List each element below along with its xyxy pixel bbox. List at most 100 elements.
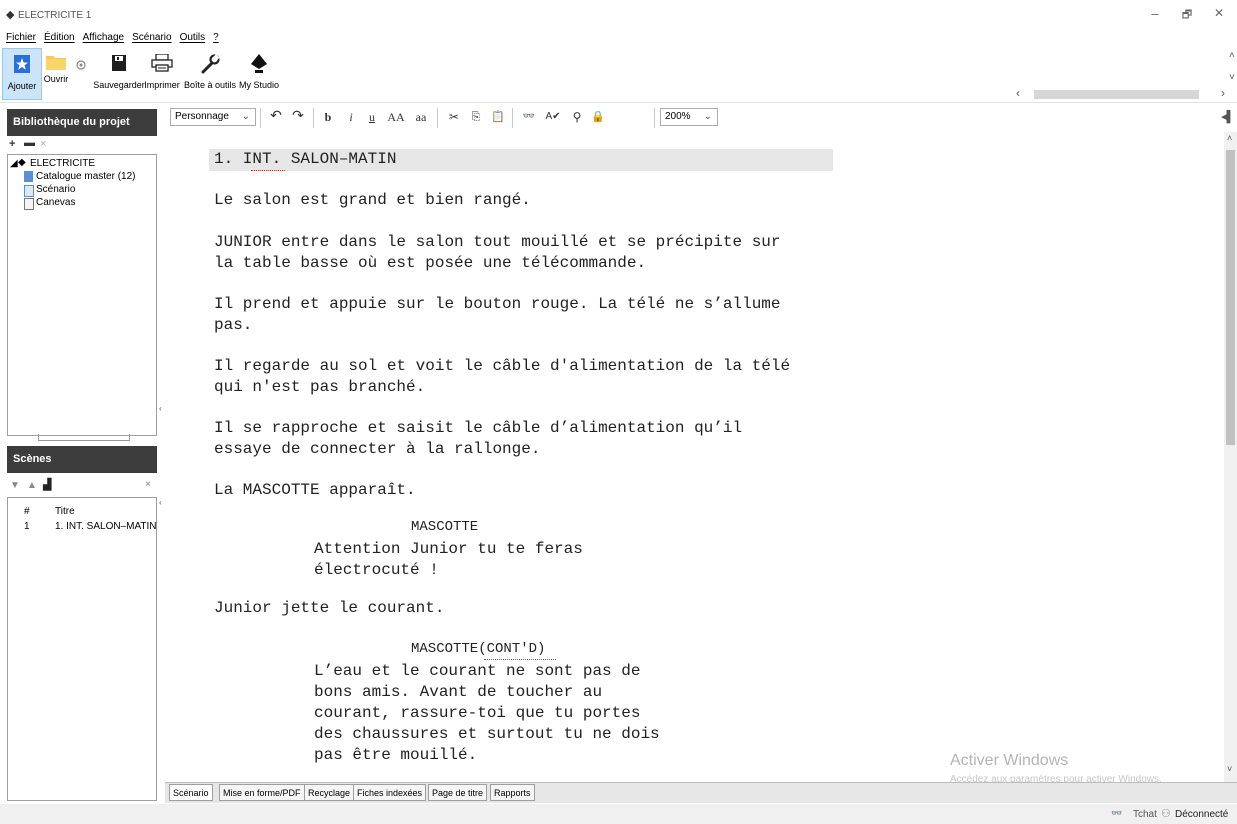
dialogue-line[interactable]: bons amis. Avant de toucher au <box>314 682 602 703</box>
remove-scene-icon[interactable]: × <box>145 479 151 490</box>
dialogue-line[interactable]: électrocuté ! <box>314 560 439 581</box>
menu-fichier[interactable]: Fichier <box>6 30 36 46</box>
tab-page-de-titre[interactable]: Page de titre <box>428 784 488 801</box>
tree-item-canevas[interactable]: Canevas <box>36 197 75 208</box>
scene-row-title[interactable]: 1. INT. SALON–MATIN <box>55 521 157 532</box>
print-button[interactable]: Imprimer <box>141 48 183 98</box>
add-button[interactable]: Ajouter <box>2 48 42 100</box>
action-line[interactable]: JUNIOR entre dans le salon tout mouillé … <box>214 232 781 253</box>
tab-rapports[interactable]: Rapports <box>490 784 535 801</box>
app-icon: ◆ <box>6 9 15 21</box>
open-button[interactable]: Ouvrir <box>41 48 71 98</box>
print-button-label: Imprimer <box>144 80 180 90</box>
bold-button[interactable]: b <box>320 108 336 126</box>
search-icon[interactable]: ⚲ <box>568 108 586 126</box>
tree-item-catalogue[interactable]: Catalogue master (12) <box>36 171 136 182</box>
save-icon <box>112 55 126 71</box>
library-tools: + ▬ × <box>7 137 157 154</box>
underline-button[interactable]: u <box>364 108 380 126</box>
scroll-down-icon[interactable]: ˅ <box>1227 764 1232 774</box>
tab-fiches-indexees[interactable]: Fiches indexées <box>353 784 427 801</box>
spellcheck-button[interactable]: A✔ <box>542 108 564 126</box>
scenes-col-number: # <box>24 506 30 517</box>
chat-status[interactable]: Tchat <box>1133 809 1157 820</box>
horizontal-scroll-thumb[interactable] <box>1034 90 1199 99</box>
copy-icon[interactable]: ⎘ <box>467 108 485 126</box>
library-resize-handle[interactable] <box>38 434 130 441</box>
action-line[interactable]: Il se rapproche et saisit le câble d’ali… <box>214 418 742 439</box>
scroll-left-icon[interactable]: ‹ <box>1016 86 1020 100</box>
redo-icon[interactable]: ↷ <box>289 108 307 126</box>
dialogue-line[interactable]: L’eau et le courant ne sont pas de <box>314 661 640 682</box>
scenes-tools: ▼ ▲ ▟ × <box>7 478 157 496</box>
menu-scenario[interactable]: Scénario <box>132 30 171 46</box>
pen-nib-icon <box>251 54 267 73</box>
find-icon[interactable]: 👓 <box>519 108 539 126</box>
minimize-button[interactable]: – <box>1140 6 1170 26</box>
action-line[interactable]: Le salon est grand et bien rangé. <box>214 190 531 211</box>
cut-icon[interactable]: ✂ <box>445 108 463 126</box>
editor-scroll-thumb[interactable] <box>1226 150 1235 445</box>
tab-recyclage[interactable]: Recyclage <box>304 784 355 801</box>
action-line[interactable]: essaye de connecter à la rallonge. <box>214 439 540 460</box>
chat-icon: 👓 <box>1111 808 1123 818</box>
duplicate-scene-icon[interactable]: ▟ <box>43 478 51 491</box>
tree-item-scenario[interactable]: Scénario <box>36 184 75 195</box>
italic-button[interactable]: i <box>343 108 359 126</box>
action-line[interactable]: Junior jette le courant. <box>214 598 444 619</box>
spelling-underline <box>251 170 285 171</box>
side-panel-toggle-icon[interactable]: ◂▌ <box>1221 110 1234 123</box>
paste-icon[interactable]: 📋 <box>489 108 507 126</box>
toolbar-horizontal-scrollbar[interactable]: ‹ › <box>1016 86 1225 100</box>
toolbar-scroll-up-icon[interactable]: ˄ <box>1229 50 1235 61</box>
scenes-panel-header: Scènes <box>7 446 157 473</box>
scroll-right-icon[interactable]: › <box>1221 86 1225 100</box>
collapse-panel-icon[interactable]: ‹ <box>159 404 162 413</box>
character-name[interactable]: MASCOTTE(CONT'D) <box>411 639 545 660</box>
undo-icon[interactable]: ↶ <box>267 108 285 126</box>
move-up-icon[interactable]: ▲ <box>27 480 37 491</box>
maximize-button[interactable]: 🗗 <box>1172 6 1202 26</box>
lowercase-button[interactable]: aa <box>411 108 431 126</box>
dialogue-line[interactable]: des chaussures et surtout tu ne dois <box>314 724 660 745</box>
script-editor[interactable]: 1. INT. SALON–MATIN Le salon est grand e… <box>165 132 1224 782</box>
tree-root-electricite[interactable]: ELECTRICITE <box>30 158 95 169</box>
menu-edition[interactable]: Édition <box>44 30 75 46</box>
action-line[interactable]: Il regarde au sol et voit le câble d'ali… <box>214 356 790 377</box>
menu-affichage[interactable]: Affichage <box>83 30 125 46</box>
move-down-icon[interactable]: ▼ <box>10 480 20 491</box>
action-line[interactable]: La MASCOTTE apparaît. <box>214 480 416 501</box>
uppercase-button[interactable]: AA <box>385 108 407 126</box>
action-line[interactable]: qui n'est pas branché. <box>214 377 425 398</box>
delete-item-icon[interactable]: × <box>40 138 46 150</box>
action-line[interactable]: la table basse où est posée une télécomm… <box>214 253 646 274</box>
menu-help[interactable]: ? <box>213 30 219 46</box>
character-name[interactable]: MASCOTTE <box>411 517 478 538</box>
zoom-select[interactable]: 200% ⌄ <box>660 108 718 126</box>
my-studio-button[interactable]: My Studio <box>234 48 284 98</box>
action-line[interactable]: Il prend et appuie sur le bouton rouge. … <box>214 294 781 315</box>
lock-icon[interactable]: 🔒 <box>589 108 607 126</box>
toolbox-button[interactable]: Boîte à outils <box>184 48 236 98</box>
menu-outils[interactable]: Outils <box>180 30 206 46</box>
toolbar-scroll-down-icon[interactable]: ˅ <box>1229 72 1235 83</box>
dialogue-line[interactable]: pas être mouillé. <box>314 745 477 766</box>
tab-scenario[interactable]: Scénario <box>169 784 213 801</box>
options-button[interactable] <box>71 48 91 98</box>
add-item-icon[interactable]: + <box>9 138 15 150</box>
new-folder-icon[interactable]: ▬ <box>24 137 35 149</box>
separator <box>260 108 261 128</box>
dialogue-line[interactable]: courant, rassure-toi que tu portes <box>314 703 640 724</box>
tab-mise-en-forme[interactable]: Mise en forme/PDF <box>219 784 305 801</box>
save-button[interactable]: Sauvegarder <box>91 48 147 98</box>
close-button[interactable]: ✕ <box>1204 6 1234 26</box>
collapse-panel-icon-lower[interactable]: ‹ <box>159 498 162 507</box>
tree-expand-icon[interactable]: ◢ <box>10 158 18 169</box>
separator <box>512 108 513 128</box>
scroll-up-icon[interactable]: ˄ <box>1227 133 1232 143</box>
scene-heading[interactable]: 1. INT. SALON–MATIN <box>214 149 396 170</box>
connection-status[interactable]: Déconnecté <box>1175 809 1228 820</box>
element-style-select[interactable]: Personnage ⌄ <box>170 108 256 126</box>
dialogue-line[interactable]: Attention Junior tu te feras <box>314 539 583 560</box>
action-line[interactable]: pas. <box>214 315 252 336</box>
